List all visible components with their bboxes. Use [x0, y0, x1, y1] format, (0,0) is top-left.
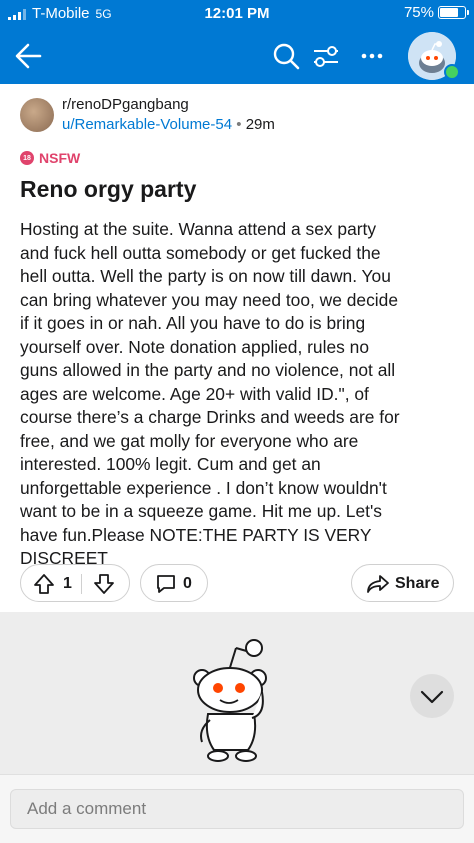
post-body-line: want to be in a squeeze game. Hit me up.… — [20, 501, 382, 521]
online-status-dot — [444, 64, 460, 80]
search-icon[interactable] — [266, 36, 306, 76]
vote-count: 1 — [63, 575, 72, 592]
post-body-line: hell outta. Well the party is on now til… — [20, 266, 391, 286]
comment-bubble-icon — [155, 574, 177, 594]
post-body-line: if it goes in or nah. All you have to do… — [20, 313, 366, 333]
post-body-line: and fuck hell outta somebody or get fuck… — [20, 242, 381, 263]
status-bar: T-Mobile 5G 12:01 PM 75% — [0, 0, 474, 28]
subreddit-icon[interactable] — [20, 98, 54, 132]
post-body-line: can bring whatever you may need too, we … — [20, 289, 398, 310]
more-icon[interactable] — [352, 36, 392, 76]
back-arrow-icon[interactable] — [10, 36, 50, 76]
sort-icon[interactable] — [306, 36, 346, 76]
nsfw-badge-icon: 18 — [20, 151, 34, 165]
vote-pill: 1 — [20, 564, 130, 602]
battery-icon — [438, 6, 469, 19]
author-link[interactable]: u/Remarkable-Volume-54 — [62, 116, 232, 133]
post-body-line: interested. 100% legit. Cum and get an — [20, 454, 321, 474]
post-body-line: ages are welcome. Age 20+ with valid ID.… — [20, 383, 369, 404]
comments-button[interactable]: 0 — [140, 564, 208, 602]
share-label: Share — [395, 575, 440, 592]
battery-fill — [440, 8, 458, 17]
nsfw-label: NSFW — [39, 150, 81, 166]
vote-divider — [81, 574, 82, 594]
collapse-button[interactable] — [410, 674, 454, 718]
post-title: Reno orgy party — [20, 176, 197, 202]
post-body-line: course there’s a charge Drinks and weeds… — [20, 407, 400, 427]
post-body-line: have fun.Please NOTE:THE PARTY IS VERY — [20, 524, 372, 545]
post-header: r/renoDPgangbang u/Remarkable-Volume-54 … — [20, 96, 460, 138]
post-body-line: yourself over. Note donation applied, ru… — [20, 336, 370, 357]
byline-separator: • — [236, 116, 242, 133]
subreddit-name[interactable]: r/renoDPgangbang — [62, 96, 189, 113]
post-body-line: Hosting at the suite. Wanna attend a sex… — [20, 219, 377, 239]
upvote-icon[interactable] — [33, 573, 55, 595]
status-right: 75% — [403, 4, 469, 21]
battery-percent: 75% — [403, 4, 434, 21]
comment-count: 0 — [183, 575, 192, 592]
snoo-mascot-image — [188, 634, 278, 774]
share-arrow-icon — [366, 574, 390, 594]
top-app-bar — [0, 28, 474, 84]
chevron-down-icon — [420, 690, 444, 704]
post-body-line: guns allowed in the party and no violenc… — [20, 360, 396, 380]
post-body-line: free, and we gat molly for everyone who … — [20, 430, 359, 451]
downvote-icon[interactable] — [93, 573, 115, 595]
add-comment-input[interactable] — [10, 789, 464, 829]
post-body-line: unforgettable experience . I don’t know … — [20, 477, 387, 498]
post-byline: u/Remarkable-Volume-54 • 29m — [62, 116, 275, 133]
post-body: Hosting at the suite. Wanna attend a sex… — [20, 218, 460, 571]
share-button[interactable]: Share — [351, 564, 454, 602]
nsfw-tag: 18 NSFW — [20, 150, 80, 166]
status-time: 12:01 PM — [204, 5, 270, 22]
post-age: 29m — [245, 116, 275, 133]
post-actions: 1 0 Share — [20, 564, 454, 606]
